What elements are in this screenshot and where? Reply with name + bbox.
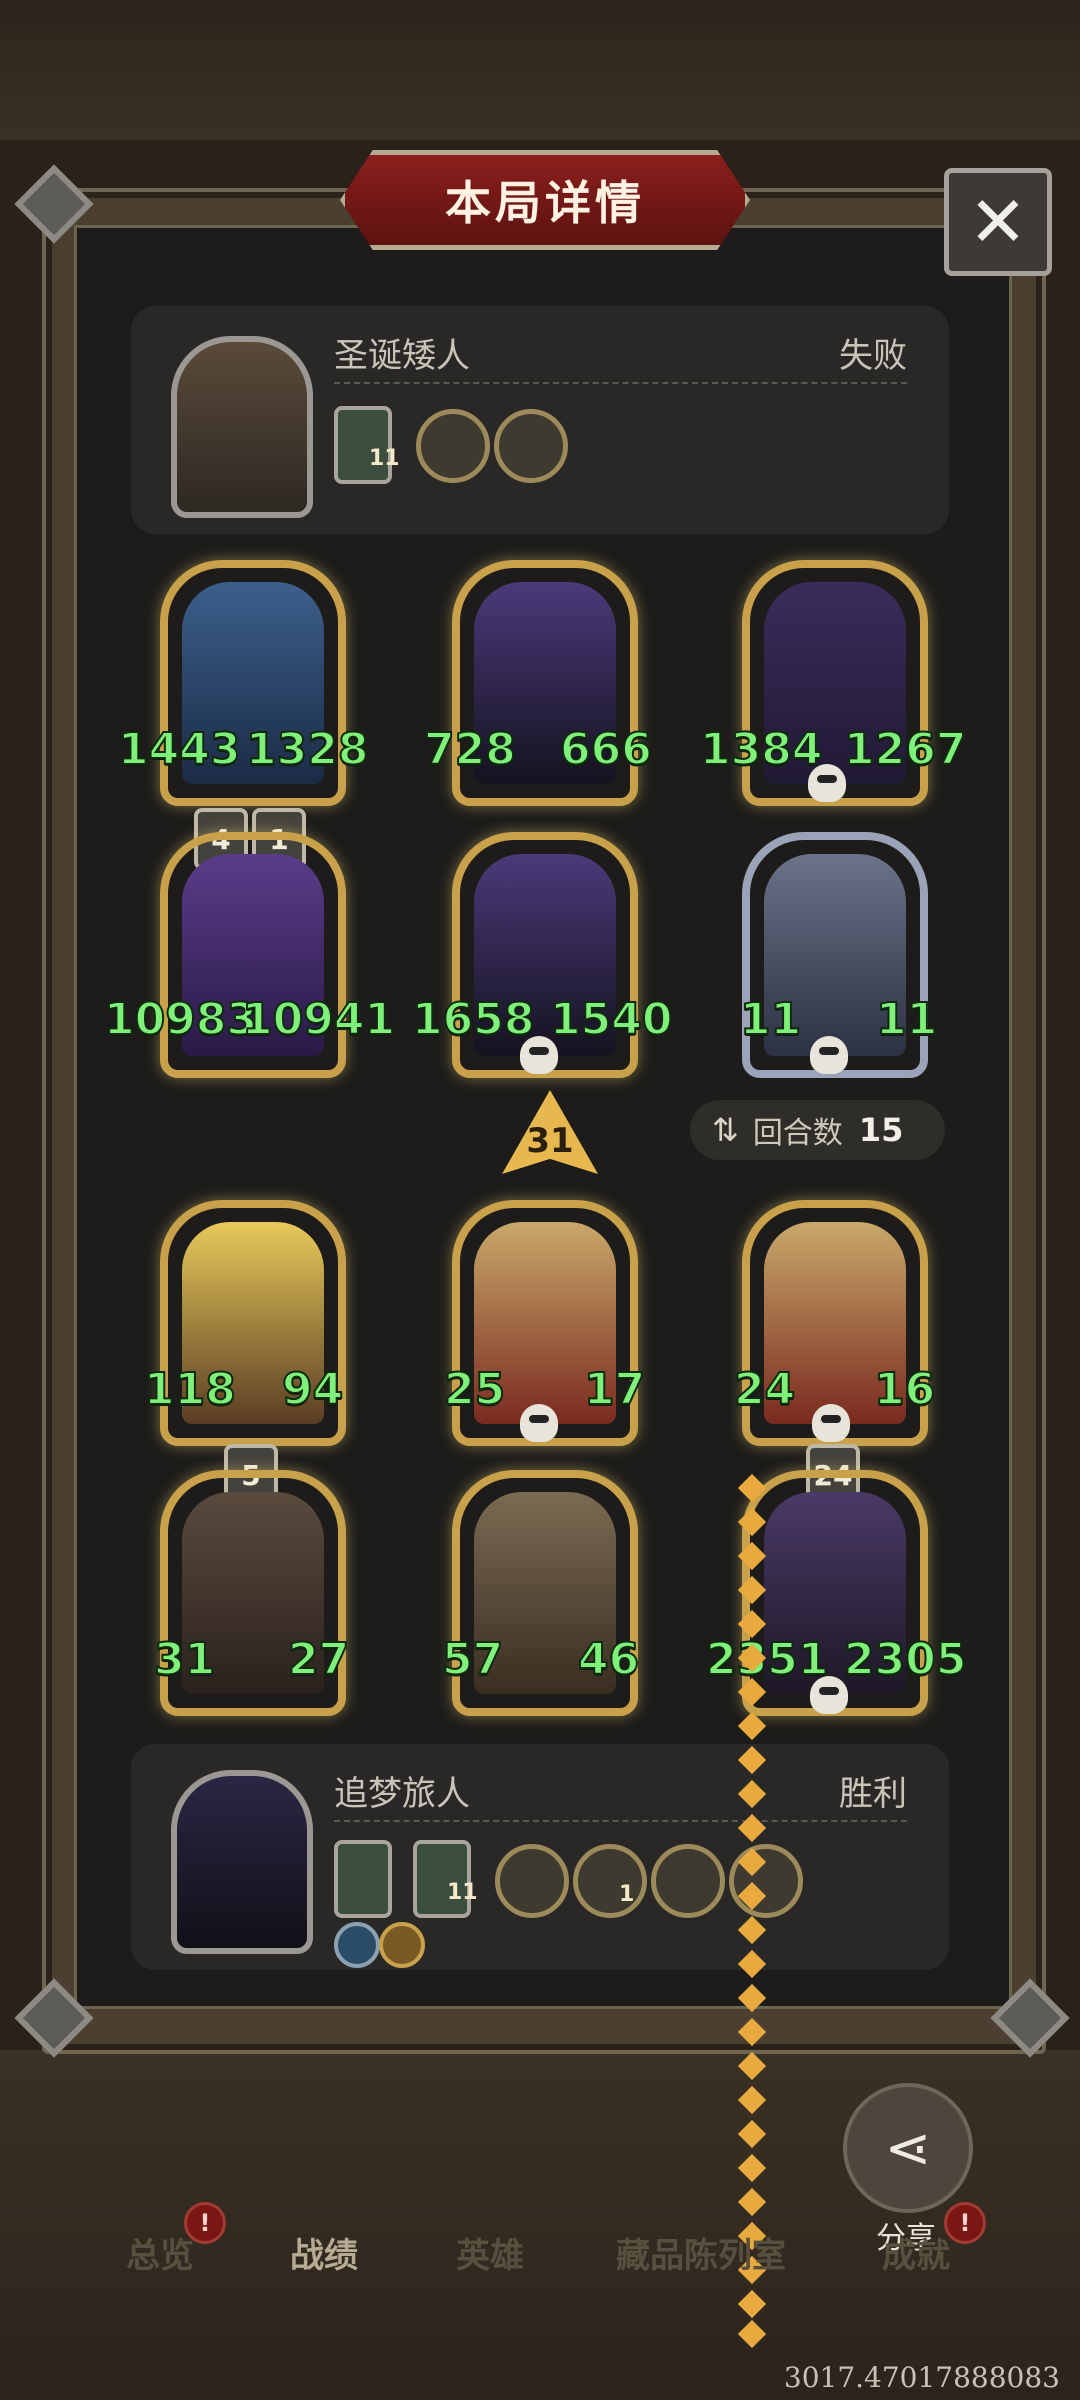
item-badge: 1 bbox=[619, 1882, 635, 1907]
opponent-name: 圣诞矮人 bbox=[334, 336, 470, 376]
background-top bbox=[0, 0, 1080, 140]
round-value: 15 bbox=[858, 1111, 904, 1149]
hero-attack: 11 bbox=[739, 993, 802, 1046]
hero-attack: 2351 bbox=[705, 1633, 829, 1686]
hero-health: 2305 bbox=[843, 1633, 967, 1686]
bottom-tab-bar: 总览 战绩 英雄 藏品陈列室 成就 ! ! bbox=[0, 2202, 1080, 2310]
skull-icon bbox=[810, 1676, 848, 1714]
hero-attack: 57 bbox=[441, 1633, 504, 1686]
tab-achievements[interactable]: 成就 bbox=[882, 2228, 950, 2277]
skull-icon bbox=[808, 764, 846, 802]
player-avatar[interactable] bbox=[171, 1770, 313, 1954]
hero-health: 1328 bbox=[245, 723, 369, 776]
share-button[interactable]: ⋖ bbox=[843, 2083, 973, 2213]
skull-icon bbox=[520, 1036, 558, 1074]
opponent-avatar[interactable] bbox=[171, 336, 313, 518]
skull-icon bbox=[810, 1036, 848, 1074]
divider bbox=[334, 382, 907, 384]
skull-icon bbox=[520, 1404, 558, 1442]
hero-attack: 1384 bbox=[699, 723, 823, 776]
horn-skill-icon[interactable] bbox=[379, 1922, 425, 1968]
hero-health: 94 bbox=[281, 1363, 344, 1416]
diamond-chain bbox=[737, 1473, 767, 2349]
hero-health: 16 bbox=[873, 1363, 936, 1416]
relic-badge: 11 bbox=[369, 446, 400, 471]
cycle-icon: ⇅ bbox=[712, 1111, 739, 1149]
coordinate-readout: 3017.47017888083 bbox=[783, 2361, 1060, 2394]
round-label: 回合数 bbox=[752, 1116, 843, 1151]
player-result: 胜利 bbox=[839, 1774, 907, 1814]
arrow-value: 31 bbox=[526, 1121, 574, 1161]
hero-health: 666 bbox=[559, 723, 653, 776]
hero-attack: 25 bbox=[443, 1363, 506, 1416]
jar-item-icon[interactable] bbox=[494, 409, 568, 483]
sword-skill-icon[interactable] bbox=[334, 1922, 380, 1968]
hero-health: 1267 bbox=[843, 723, 967, 776]
opponent-card: 圣诞矮人 失败 11 bbox=[131, 306, 949, 534]
hero-health: 11 bbox=[875, 993, 938, 1046]
close-icon: ✕ bbox=[968, 181, 1028, 263]
rifle-item-icon[interactable] bbox=[495, 1844, 569, 1918]
tab-records[interactable]: 战绩 bbox=[290, 2228, 358, 2277]
relic-icon[interactable] bbox=[334, 1840, 392, 1918]
title-banner: 本局详情 bbox=[340, 150, 750, 250]
alert-badge: ! bbox=[184, 2202, 226, 2244]
hero-attack: 24 bbox=[733, 1363, 796, 1416]
scroll-item-icon[interactable] bbox=[573, 1844, 647, 1918]
player-name: 追梦旅人 bbox=[334, 1774, 470, 1814]
divider bbox=[334, 1820, 907, 1822]
player-card: 追梦旅人 胜利 11 1 bbox=[131, 1744, 949, 1970]
hero-attack: 118 bbox=[143, 1363, 237, 1416]
relic-icon[interactable] bbox=[334, 406, 392, 484]
ghost-item-icon[interactable] bbox=[651, 1844, 725, 1918]
tab-overview[interactable]: 总览 bbox=[126, 2228, 194, 2277]
hero-attack: 10983 bbox=[103, 993, 258, 1046]
opponent-result: 失败 bbox=[839, 336, 907, 376]
relic-icon[interactable] bbox=[413, 1840, 471, 1918]
relic-badge: 11 bbox=[447, 1880, 478, 1905]
hero-health: 27 bbox=[287, 1633, 350, 1686]
hero-attack: 31 bbox=[153, 1633, 216, 1686]
tab-collection[interactable]: 藏品陈列室 bbox=[616, 2228, 786, 2277]
hero-attack: 1658 bbox=[411, 993, 535, 1046]
hero-health: 17 bbox=[583, 1363, 646, 1416]
round-counter: ⇅ 回合数 15 bbox=[690, 1100, 945, 1160]
page-title: 本局详情 bbox=[445, 176, 645, 230]
share-icon: ⋖ bbox=[884, 2115, 932, 2181]
hero-health: 10941 bbox=[241, 993, 396, 1046]
close-button[interactable]: ✕ bbox=[944, 168, 1052, 276]
hero-attack: 728 bbox=[423, 723, 517, 776]
skull-icon bbox=[812, 1404, 850, 1442]
tab-heroes[interactable]: 英雄 bbox=[456, 2228, 524, 2277]
hero-health: 1540 bbox=[549, 993, 673, 1046]
hero-attack: 1443 bbox=[117, 723, 241, 776]
card-item-icon[interactable] bbox=[416, 409, 490, 483]
hero-health: 46 bbox=[577, 1633, 640, 1686]
alert-badge: ! bbox=[944, 2202, 986, 2244]
